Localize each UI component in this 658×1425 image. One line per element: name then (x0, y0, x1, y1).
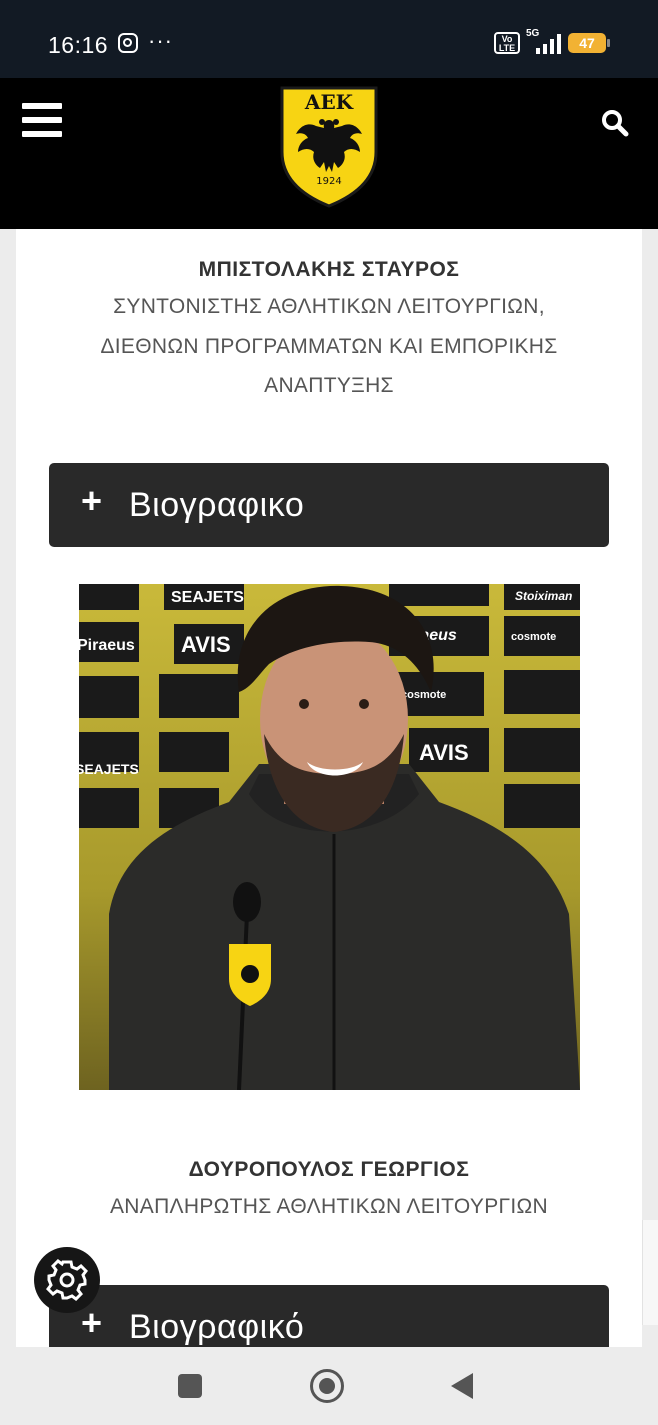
scroll-edge (642, 1220, 658, 1325)
aek-crest-icon: ΑΕΚ 1924 (280, 86, 378, 208)
instagram-icon (118, 33, 138, 53)
status-time: 16:16 (48, 32, 109, 58)
sponsor-label: SEAJETS (171, 589, 244, 606)
back-icon[interactable] (451, 1373, 473, 1399)
more-dots-icon: ··· (148, 28, 173, 53)
person-role-line: ΑΝΑΠΛΗΡΩΤΗΣ ΑΘΛΗΤΙΚΩΝ ΛΕΙΤΟΥΡΓΙΩΝ (110, 1195, 548, 1218)
sponsor-label: cosmote (511, 631, 556, 643)
sponsor-label: AVIS (419, 740, 469, 765)
person-photo: SEAJETS Piraeus AVIS cosmote Stoiximan P… (79, 584, 580, 1090)
aek-logo[interactable]: ΑΕΚ 1924 (278, 82, 380, 210)
recent-apps-icon[interactable] (178, 1374, 202, 1398)
hamburger-icon[interactable] (22, 103, 62, 137)
sponsor-label: AVIS (181, 632, 231, 657)
sponsor-label: Stoiximan (515, 589, 572, 603)
person-name: ΔΟΥΡΟΠΟΥΛΟΣ ΓΕΩΡΓΙΟΣ (188, 1158, 470, 1181)
person-role-line: ΣΥΝΤΟΝΙΣΤΗΣ ΑΘΛΗΤΙΚΩΝ ΛΕΙΤΟΥΡΓΙΩΝ, (113, 295, 545, 318)
plus-icon: + (81, 480, 103, 521)
status-bar: 16:16 ··· Vo LTE 5G 47 (0, 0, 658, 78)
sponsor-label: Piraeus (79, 637, 135, 654)
sponsor-label: cosmote (401, 689, 446, 701)
person-role-line: ΑΝΑΠΤΥΞΗΣ (264, 374, 394, 397)
gear-icon[interactable] (34, 1247, 100, 1313)
biography-label: Βιογραφικό (129, 1308, 305, 1346)
home-icon[interactable] (310, 1369, 344, 1403)
person-name: ΜΠΙΣΤΟΛΑΚΗΣ ΣΤΑΥΡΟΣ (198, 258, 460, 281)
signal-icon (534, 34, 562, 54)
volte-icon: Vo LTE (494, 32, 520, 54)
biography-toggle-button[interactable]: + Βιογραφικο (49, 463, 609, 547)
volte-label-bottom: LTE (498, 43, 516, 53)
logo-year: 1924 (316, 176, 341, 187)
battery-icon: 47 (568, 33, 610, 53)
person-role-line: ΔΙΕΘΝΩΝ ΠΡΟΓΡΑΜΜΑΤΩΝ ΚΑΙ ΕΜΠΟΡΙΚΗΣ (100, 335, 558, 358)
sponsor-label: SEAJETS (79, 761, 139, 777)
logo-text: ΑΕΚ (304, 90, 354, 114)
biography-label: Βιογραφικο (129, 486, 305, 524)
search-icon[interactable] (600, 108, 630, 138)
